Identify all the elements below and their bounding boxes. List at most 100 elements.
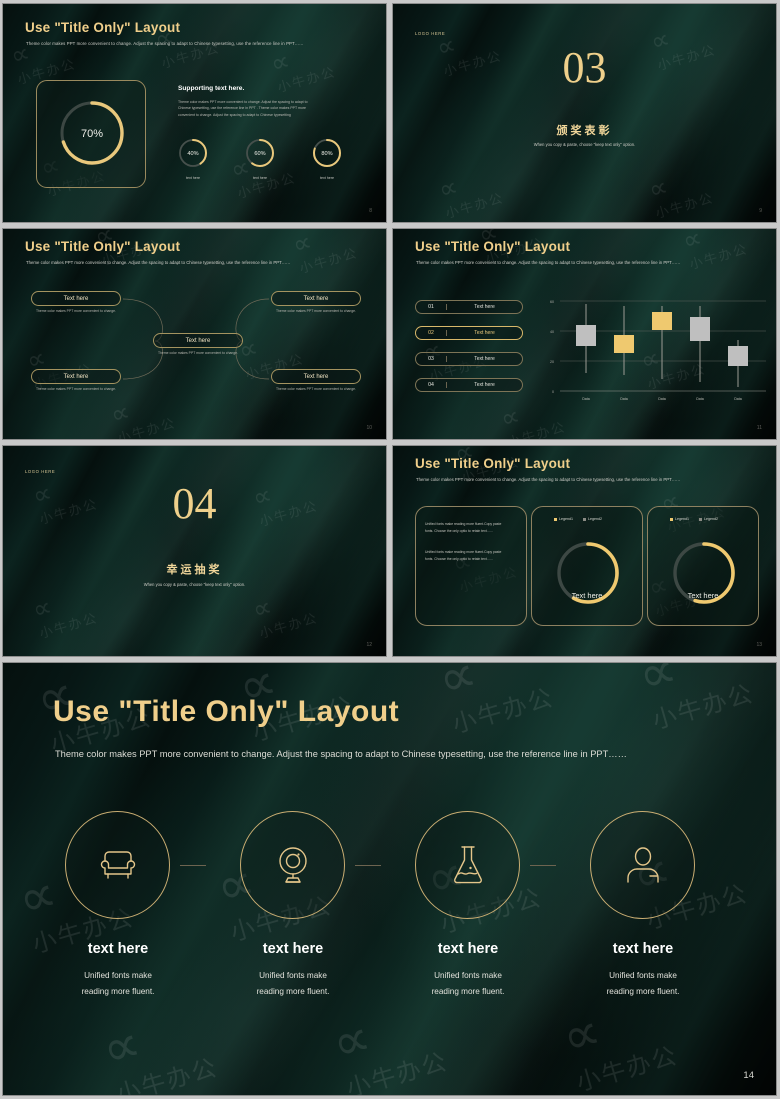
list-row-01-number: 01	[428, 304, 434, 310]
armchair-icon	[100, 851, 135, 879]
person-icon	[626, 847, 659, 883]
node-caption-center: Theme color makes PPT more convenient to…	[157, 351, 239, 355]
main-gauge-card: 70%	[36, 80, 146, 188]
slide-subtitle: Theme color makes PPT more convenient to…	[416, 260, 681, 265]
page-number: 12	[366, 642, 372, 648]
svg-text:Data: Data	[696, 397, 704, 401]
box-chart: 60 40 20 0 Data Data Data Data Data	[550, 300, 766, 401]
column-4-body: Unified fonts make reading more fluent.	[606, 971, 680, 996]
slide-title: Use "Title Only" Layout	[53, 695, 400, 728]
page-number: 9	[759, 208, 762, 214]
icon-circle-2[interactable]	[240, 811, 345, 919]
main-gauge-chart: 70%	[60, 101, 124, 165]
donut-card-1: Legend1 Legend2 Text here	[531, 506, 643, 626]
node-pill-4-label: Text here	[303, 373, 329, 380]
svg-text:Data: Data	[658, 397, 666, 401]
logo-placeholder: LOGO HERE	[415, 31, 446, 36]
svg-text:Data: Data	[620, 397, 628, 401]
donut-2-center-label: Text here	[687, 591, 719, 600]
donut-1-legend2: Legend2	[583, 517, 602, 521]
page-number: 11	[756, 425, 762, 431]
list-row-01[interactable]: 01 Text here	[415, 300, 523, 314]
icon-circle-1[interactable]	[65, 811, 170, 919]
list-row-02-number: 02	[428, 330, 434, 336]
column-1-body: Unified fonts make reading more fluent.	[81, 971, 155, 996]
section-number: 04	[172, 479, 217, 528]
column-2-heading: text here	[262, 941, 324, 957]
mini-gauge-1-label: text here	[186, 176, 200, 180]
node-pill-1[interactable]: Text here	[31, 291, 121, 306]
svg-text:Data: Data	[582, 397, 590, 401]
connector-3	[530, 865, 556, 866]
slide-title: Use "Title Only" Layout	[25, 20, 181, 35]
slide-thumbnail-11[interactable]: ∝小牛办公 ∝小牛办公 ∝小牛办公 ∝小牛办公 ∝小牛办公 Use "Title…	[392, 228, 777, 440]
section-note: When you copy & paste, choose "keep text…	[533, 142, 636, 147]
slide-thumbnail-10[interactable]: ∝小牛办公 ∝小牛办公 ∝小牛办公 ∝小牛办公 ∝小牛办公 Use "Title…	[2, 228, 387, 440]
mini-gauge-3: 80%	[313, 139, 341, 167]
slide-title: Use "Title Only" Layout	[415, 456, 571, 471]
list-row-04-label: Text here	[474, 382, 495, 388]
logo-placeholder: LOGO HERE	[25, 469, 56, 474]
node-pill-4[interactable]: Text here	[271, 369, 361, 384]
node-caption-4: Theme color makes PPT more convenient to…	[275, 387, 357, 391]
flask-icon	[453, 846, 482, 884]
slide-deck-page: ∝小牛办公 ∝小牛办公 ∝小牛办公 ∝小牛办公 ∝小牛办公 Use "Title…	[0, 0, 780, 1099]
section-number: 03	[562, 43, 607, 92]
list-row-03-label: Text here	[474, 356, 495, 362]
slide-thumbnail-9[interactable]: ∝小牛办公 ∝小牛办公 ∝小牛办公 ∝小牛办公 LOGO HERE 03 颁奖表…	[392, 3, 777, 223]
supporting-heading: Supporting text here.	[178, 85, 245, 92]
svg-text:40: 40	[550, 330, 554, 334]
list-row-01-label: Text here	[474, 304, 495, 310]
svg-text:20: 20	[550, 360, 554, 364]
page-number: 13	[756, 642, 762, 648]
mini-gauge-1-value: 40%	[187, 151, 198, 157]
supporting-body: Theme color makes PPT more convenient to…	[178, 100, 308, 117]
slide-thumbnail-13[interactable]: ∝小牛办公 ∝小牛办公 ∝小牛办公 ∝小牛办公 Use "Title Only"…	[392, 445, 777, 657]
mini-gauge-3-value: 80%	[321, 151, 332, 157]
column-1-heading: text here	[87, 941, 149, 957]
slide-thumbnail-12[interactable]: ∝小牛办公 ∝小牛办公 ∝小牛办公 ∝小牛办公 LOGO HERE 04 幸运抽…	[2, 445, 387, 657]
icon-circle-3[interactable]	[415, 811, 520, 919]
icon-circle-4[interactable]	[590, 811, 695, 919]
node-pill-center[interactable]: Text here	[153, 333, 243, 348]
donut-1-legend: Legend1 Legend2	[554, 517, 602, 521]
list-row-03[interactable]: 03 Text here	[415, 352, 523, 366]
text-card: Unified fonts make reading more fluent.C…	[415, 506, 527, 626]
node-pill-1-label: Text here	[63, 295, 89, 302]
donut-1-legend1: Legend1	[554, 517, 573, 521]
section-note: When you copy & paste, choose "keep text…	[143, 582, 246, 587]
column-3-body: Unified fonts make reading more fluent.	[431, 971, 505, 996]
slide-thumbnail-8[interactable]: ∝小牛办公 ∝小牛办公 ∝小牛办公 ∝小牛办公 ∝小牛办公 Use "Title…	[2, 3, 387, 223]
donut-2-chart	[673, 542, 735, 604]
connector-2	[355, 865, 381, 866]
page-number: 8	[369, 208, 372, 214]
webcam-icon	[278, 847, 307, 883]
svg-text:60: 60	[550, 300, 554, 304]
node-caption-1: Theme color makes PPT more convenient to…	[35, 309, 117, 313]
section-title-cn: 幸运抽奖	[166, 564, 223, 576]
slide-preview-14[interactable]: ∝小牛办公 ∝小牛办公 ∝小牛办公 ∝小牛办公 ∝小牛办公 ∝小牛办公 ∝小牛办…	[2, 662, 777, 1096]
page-number: 14	[743, 1070, 754, 1081]
donut-1-chart	[557, 542, 619, 604]
node-pill-3[interactable]: Text here	[271, 291, 361, 306]
slide-subtitle: Theme color makes PPT more convenient to…	[416, 477, 681, 482]
text-card-paragraph-1: Unified fonts make reading more fluent.C…	[425, 522, 502, 534]
node-pill-2-label: Text here	[63, 373, 89, 380]
column-2-body: Unified fonts make reading more fluent.	[256, 971, 330, 996]
donut-2-legend1: Legend1	[670, 517, 689, 521]
mini-gauge-2: 60%	[246, 139, 274, 167]
svg-text:0: 0	[552, 390, 554, 394]
node-pill-2[interactable]: Text here	[31, 369, 121, 384]
donut-2-legend2: Legend2	[699, 517, 718, 521]
slide-subtitle: Theme color makes PPT more convenient to…	[26, 41, 304, 46]
svg-text:Data: Data	[734, 397, 742, 401]
column-3-heading: text here	[437, 941, 499, 957]
node-pill-center-label: Text here	[185, 337, 211, 344]
mini-gauge-2-value: 60%	[254, 151, 265, 157]
node-pill-3-label: Text here	[303, 295, 329, 302]
list-row-02-label: Text here	[474, 330, 495, 336]
slide-subtitle: Theme color makes PPT more convenient to…	[55, 749, 627, 759]
list-row-04[interactable]: 04 Text here	[415, 378, 523, 392]
page-number: 10	[366, 425, 372, 431]
list-row-02[interactable]: 02 Text here	[415, 326, 523, 340]
